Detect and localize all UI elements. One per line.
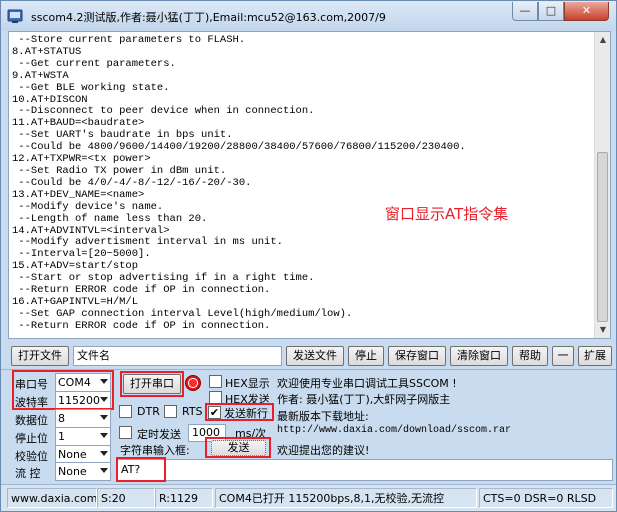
highlight-box-send bbox=[205, 437, 271, 458]
timed-send-checkbox[interactable] bbox=[119, 426, 132, 439]
scroll-thumb[interactable] bbox=[597, 152, 608, 322]
flow-label: 流 控 bbox=[15, 467, 41, 480]
chevron-down-icon[interactable] bbox=[100, 451, 108, 456]
expand-button[interactable]: 扩展 bbox=[578, 346, 612, 366]
status-modem-lines: CTS=0 DSR=0 RLSD bbox=[479, 488, 613, 508]
status-received-count: R:1129 bbox=[155, 488, 213, 508]
port-status-icon bbox=[185, 375, 201, 391]
highlight-box-open-port bbox=[120, 371, 184, 397]
app-window: sscom4.2测试版,作者:聂小猛(丁丁),Email:mcu52@163.c… bbox=[0, 0, 617, 512]
help-button[interactable]: 帮助 bbox=[512, 346, 548, 366]
rts-checkbox[interactable] bbox=[164, 405, 177, 418]
feedback-text: 欢迎提出您的建议! bbox=[277, 444, 370, 457]
parity-value: None bbox=[58, 448, 87, 461]
highlight-box-newline bbox=[205, 403, 274, 421]
scroll-down-icon[interactable]: ▼ bbox=[597, 324, 609, 336]
dtr-label: DTR bbox=[137, 405, 160, 418]
status-site[interactable]: www.daxia.com bbox=[7, 488, 97, 508]
databits-select[interactable]: 8 bbox=[55, 409, 111, 428]
flow-select[interactable]: None bbox=[55, 462, 111, 481]
open-file-button[interactable]: 打开文件 bbox=[11, 346, 69, 366]
terminal-line: --Return ERROR code if OP in connection. bbox=[12, 319, 271, 332]
rts-label: RTS bbox=[182, 405, 203, 418]
annotation-text: 窗口显示AT指令集 bbox=[385, 205, 509, 223]
databits-value: 8 bbox=[58, 412, 65, 425]
save-window-button[interactable]: 保存窗口 bbox=[388, 346, 446, 366]
terminal-line: 9.AT+WSTA bbox=[12, 69, 69, 82]
minimize-button[interactable]: — bbox=[512, 2, 538, 21]
databits-label: 数据位 bbox=[15, 414, 48, 427]
terminal-line: --Get BLE working state. bbox=[12, 81, 170, 94]
scroll-up-icon[interactable]: ▲ bbox=[597, 34, 609, 46]
terminal-line: --Get current parameters. bbox=[12, 57, 176, 70]
vertical-scrollbar[interactable]: ▲ ▼ bbox=[594, 32, 610, 338]
download-link[interactable]: http://www.daxia.com/download/sscom.rar bbox=[277, 425, 511, 436]
maximize-icon: □ bbox=[545, 4, 557, 17]
stopbits-label: 停止位 bbox=[15, 432, 48, 445]
terminal-line: --Modify device's name. bbox=[12, 200, 164, 213]
timed-send-label: 定时发送 bbox=[137, 428, 181, 441]
status-port-state: COM4已打开 115200bps,8,1,无校验,无流控 bbox=[215, 488, 477, 508]
receive-text: --Store current parameters to FLASH. 8.AT… bbox=[12, 34, 597, 333]
receive-window[interactable]: --Store current parameters to FLASH. 8.AT… bbox=[8, 31, 611, 339]
hex-display-checkbox[interactable] bbox=[209, 375, 222, 388]
terminal-line: --Length of name less than 20. bbox=[12, 212, 208, 225]
latest-version-text: 最新版本下载地址: bbox=[277, 410, 369, 423]
minimize-icon: — bbox=[519, 4, 531, 17]
collapse-button[interactable]: 一 bbox=[552, 346, 574, 366]
hex-display-label: HEX显示 bbox=[225, 377, 270, 390]
flow-value: None bbox=[58, 465, 87, 478]
window-title: sscom4.2测试版,作者:聂小猛(丁丁),Email:mcu52@163.c… bbox=[31, 11, 386, 24]
chevron-down-icon[interactable] bbox=[100, 433, 108, 438]
send-file-button[interactable]: 发送文件 bbox=[286, 346, 344, 366]
terminal-line: --Store current parameters to FLASH. bbox=[12, 34, 246, 46]
close-icon: ✕ bbox=[581, 4, 592, 17]
author-text: 作者: 聂小猛(丁丁),大虾网子网版主 bbox=[277, 393, 451, 406]
terminal-line: --Set GAP connection interval Level(high… bbox=[12, 307, 353, 320]
highlight-box-port bbox=[12, 370, 114, 410]
status-bar: www.daxia.com S:20 R:1129 COM4已打开 115200… bbox=[1, 484, 616, 511]
string-input-label: 字符串输入框: bbox=[120, 444, 190, 457]
highlight-box-command bbox=[116, 457, 166, 482]
title-bar[interactable]: sscom4.2测试版,作者:聂小猛(丁丁),Email:mcu52@163.c… bbox=[1, 1, 616, 31]
terminal-line: --Could be 4/0/-4/-8/-12/-16/-20/-30. bbox=[12, 176, 252, 189]
welcome-text: 欢迎使用专业串口调试工具SSCOM ! bbox=[277, 377, 457, 390]
clear-window-button[interactable]: 清除窗口 bbox=[450, 346, 508, 366]
stopbits-value: 1 bbox=[58, 430, 65, 443]
command-input[interactable]: AT? bbox=[117, 459, 613, 481]
status-sent-count: S:20 bbox=[97, 488, 155, 508]
close-button[interactable]: ✕ bbox=[564, 2, 609, 21]
stop-button[interactable]: 停止 bbox=[348, 346, 384, 366]
chevron-down-icon[interactable] bbox=[100, 468, 108, 473]
dtr-checkbox[interactable] bbox=[119, 405, 132, 418]
app-icon bbox=[7, 9, 23, 23]
chevron-down-icon[interactable] bbox=[100, 415, 108, 420]
parity-label: 校验位 bbox=[15, 450, 48, 463]
terminal-line: 13.AT+DEV_NAME=<name> bbox=[12, 188, 145, 201]
maximize-button[interactable]: □ bbox=[538, 2, 564, 21]
file-name-input[interactable]: 文件名 bbox=[73, 346, 282, 366]
stopbits-select[interactable]: 1 bbox=[55, 427, 111, 446]
